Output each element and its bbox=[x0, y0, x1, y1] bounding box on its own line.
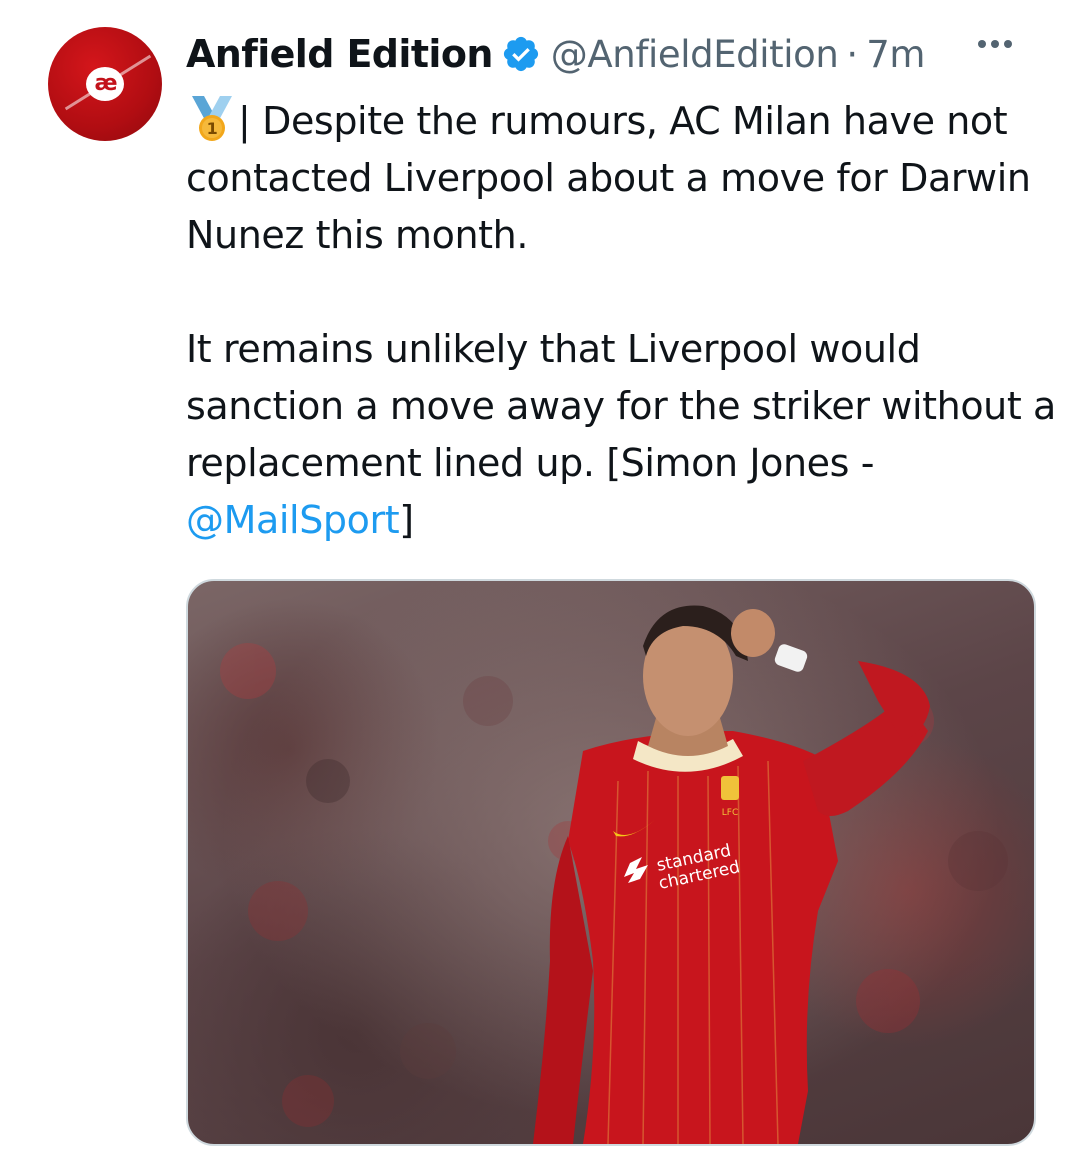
more-options-icon[interactable] bbox=[978, 40, 1012, 48]
paragraph-2-text: It remains unlikely that Liverpool would… bbox=[186, 327, 1056, 485]
tweet-header: Anfield Edition @AnfieldEdition · 7m bbox=[186, 28, 1060, 80]
kit-crest-text: LFC bbox=[722, 808, 738, 818]
medal-emoji-icon: 1 bbox=[186, 92, 238, 144]
medal-number: 1 bbox=[207, 119, 218, 138]
tweet-text: 1 | Despite the rumours, AC Milan have n… bbox=[186, 92, 1056, 606]
author-handle[interactable]: @AnfieldEdition bbox=[551, 33, 839, 76]
separator-dot: · bbox=[846, 32, 859, 76]
tweet-paragraph: It remains unlikely that Liverpool would… bbox=[186, 321, 1056, 549]
player-photo: LFC standard chartered bbox=[220, 605, 1008, 1144]
timestamp[interactable]: 7m bbox=[866, 33, 925, 76]
tweet-paragraph: 1 | Despite the rumours, AC Milan have n… bbox=[186, 92, 1056, 264]
avatar-logo: æ bbox=[86, 67, 124, 101]
author-name[interactable]: Anfield Edition bbox=[186, 32, 493, 76]
tweet-media-image[interactable]: LFC standard chartered bbox=[186, 579, 1036, 1146]
paragraph-1-text: | Despite the rumours, AC Milan have not… bbox=[186, 99, 1031, 257]
verified-badge-icon bbox=[501, 34, 541, 74]
mention-link[interactable]: @MailSport bbox=[186, 498, 400, 542]
avatar[interactable]: æ bbox=[48, 27, 162, 141]
paragraph-2-suffix: ] bbox=[399, 498, 414, 542]
